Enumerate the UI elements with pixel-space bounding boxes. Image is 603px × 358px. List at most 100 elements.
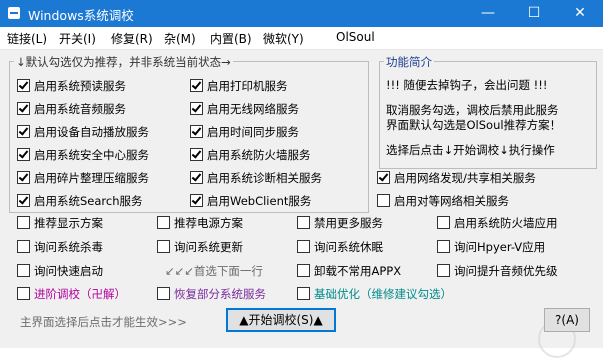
menu-repair[interactable]: 修复(R)	[111, 30, 153, 47]
checkbox-firewall-app[interactable]: 启用系统防火墙应用	[437, 215, 558, 231]
menu-builtin[interactable]: 内置(B)	[210, 30, 252, 47]
intro-line-2: 取消服务勾选，调校后禁用此服务	[386, 103, 559, 117]
footer-hint: 主界面选择后点击才能生效>>>	[20, 315, 187, 329]
start-tuning-button[interactable]: ▲开始调校(S)▲	[226, 308, 336, 332]
checkbox-network-discovery[interactable]: 启用网络发现/共享相关服务	[377, 170, 536, 186]
checkbox-label: 启用设备自动播放服务	[34, 125, 149, 139]
checkbox-audio-priority[interactable]: 询问提升音频优先级	[437, 263, 558, 279]
checkbox-box[interactable]	[190, 171, 203, 184]
checkbox-fast-startup[interactable]: 询问快速启动	[17, 263, 103, 279]
checkbox-box[interactable]	[437, 216, 450, 229]
checkbox-display-scheme[interactable]: 推荐显示方案	[17, 215, 103, 231]
checkbox-label: 推荐电源方案	[174, 216, 243, 230]
checkbox-autoplay[interactable]: 启用设备自动播放服务	[17, 124, 149, 140]
checkbox-label: 启用系统Search服务	[34, 194, 143, 208]
menu-misc[interactable]: 杂(M)	[164, 30, 196, 47]
app-icon	[8, 7, 20, 19]
checkbox-hibernate[interactable]: 询问系统休眠	[297, 239, 383, 255]
checkbox-box[interactable]	[190, 79, 203, 92]
checkbox-box[interactable]	[17, 79, 30, 92]
hint-first-choice: ↙↙↙首选下面一行	[165, 264, 263, 278]
checkbox-box[interactable]	[190, 148, 203, 161]
checkbox-label: 询问提升音频优先级	[454, 264, 558, 278]
checkbox-box[interactable]	[297, 287, 310, 300]
checkbox-label: 启用系统防火墙服务	[207, 148, 311, 162]
checkbox-box[interactable]	[17, 102, 30, 115]
checkbox-basic-optimize[interactable]: 基础优化（维修建议勾选）	[297, 286, 452, 302]
maximize-button[interactable]: ☐	[511, 0, 557, 27]
menu-microsoft[interactable]: 微软(Y)	[263, 30, 304, 47]
checkbox-time-sync[interactable]: 启用时间同步服务	[190, 124, 299, 140]
checkbox-search[interactable]: 启用系统Search服务	[17, 193, 143, 209]
checkbox-disable-more[interactable]: 禁用更多服务	[297, 215, 383, 231]
checkbox-label: 启用系统诊断相关服务	[207, 171, 322, 185]
checkbox-box[interactable]	[17, 171, 30, 184]
intro-line-3: 界面默认勾选是OlSoul推荐方案！	[386, 118, 562, 132]
checkbox-label: 询问系统更新	[174, 240, 243, 254]
main-panel: ↓默认勾选仅为推荐，并非系统当前状态→ 启用系统预读服务 启用系统音频服务 启用…	[0, 50, 603, 358]
checkbox-security-center[interactable]: 启用系统安全中心服务	[17, 147, 149, 163]
checkbox-label: 启用系统音频服务	[34, 102, 126, 116]
checkbox-label: 进阶调校（卍解）	[34, 287, 126, 301]
checkbox-webclient[interactable]: 启用WebClient服务	[190, 193, 311, 209]
checkbox-system-update[interactable]: 询问系统更新	[157, 239, 243, 255]
checkbox-box[interactable]	[157, 287, 170, 300]
minimize-button[interactable]: —	[465, 0, 511, 27]
checkbox-box[interactable]	[17, 287, 30, 300]
services-group-title: ↓默认勾选仅为推荐，并非系统当前状态→	[14, 54, 233, 70]
checkbox-box[interactable]	[297, 240, 310, 253]
checkbox-label: 卸载不常用APPX	[314, 264, 402, 278]
intro-line-4: 选择后点击↓开始调校↓执行操作	[386, 143, 555, 157]
checkbox-box[interactable]	[437, 240, 450, 253]
checkbox-box[interactable]	[17, 194, 30, 207]
checkbox-box[interactable]	[190, 194, 203, 207]
checkbox-wireless[interactable]: 启用无线网络服务	[190, 101, 299, 117]
intro-group-title: 功能简介	[384, 54, 434, 70]
checkbox-box[interactable]	[377, 194, 390, 207]
checkbox-hyperv[interactable]: 询问Hpyer-V应用	[437, 239, 545, 255]
menu-switch[interactable]: 开关(I)	[59, 30, 96, 47]
close-button[interactable]: ✕	[557, 0, 603, 27]
checkbox-box[interactable]	[190, 102, 203, 115]
checkbox-box[interactable]	[17, 125, 30, 138]
checkbox-label: 启用对等网络相关服务	[394, 194, 509, 208]
checkbox-power-scheme[interactable]: 推荐电源方案	[157, 215, 243, 231]
checkbox-diagnostics[interactable]: 启用系统诊断相关服务	[190, 170, 322, 186]
checkbox-box[interactable]	[17, 264, 30, 277]
checkbox-label: 询问系统杀毒	[34, 240, 103, 254]
checkbox-label: 恢复部分系统服务	[174, 287, 266, 301]
checkbox-defrag[interactable]: 启用碎片整理压缩服务	[17, 170, 149, 186]
checkbox-uninstall-appx[interactable]: 卸载不常用APPX	[297, 263, 401, 279]
checkbox-box[interactable]	[157, 216, 170, 229]
checkbox-printer[interactable]: 启用打印机服务	[190, 78, 288, 94]
checkbox-box[interactable]	[17, 216, 30, 229]
checkbox-peer-network[interactable]: 启用对等网络相关服务	[377, 193, 509, 209]
checkbox-firewall-service[interactable]: 启用系统防火墙服务	[190, 147, 311, 163]
checkbox-advanced-tuning[interactable]: 进阶调校（卍解）	[17, 286, 126, 302]
checkbox-restore-services[interactable]: 恢复部分系统服务	[157, 286, 266, 302]
checkbox-label: 启用系统预读服务	[34, 79, 126, 93]
checkbox-box[interactable]	[437, 264, 450, 277]
checkbox-box[interactable]	[190, 125, 203, 138]
checkbox-label: 启用系统安全中心服务	[34, 148, 149, 162]
checkbox-box[interactable]	[297, 216, 310, 229]
menu-bar: 链接(L) 开关(I) 修复(R) 杂(M) 内置(B) 微软(Y) OlSou…	[0, 27, 603, 70]
title-bar: Windows系统调校 — ☐ ✕	[0, 0, 603, 27]
menu-brand[interactable]: OlSoul	[336, 30, 375, 44]
checkbox-label: 禁用更多服务	[314, 216, 383, 230]
window-title: Windows系统调校	[28, 8, 134, 23]
checkbox-prefetch[interactable]: 启用系统预读服务	[17, 78, 126, 94]
checkbox-box[interactable]	[17, 148, 30, 161]
checkbox-label: 启用网络发现/共享相关服务	[394, 171, 536, 185]
checkbox-label: 启用时间同步服务	[207, 125, 299, 139]
checkbox-antivirus[interactable]: 询问系统杀毒	[17, 239, 103, 255]
checkbox-box[interactable]	[17, 240, 30, 253]
checkbox-audio[interactable]: 启用系统音频服务	[17, 101, 126, 117]
menu-links[interactable]: 链接(L)	[7, 30, 47, 47]
checkbox-label: 基础优化（维修建议勾选）	[314, 287, 452, 301]
checkbox-box[interactable]	[377, 171, 390, 184]
checkbox-box[interactable]	[157, 240, 170, 253]
checkbox-box[interactable]	[297, 264, 310, 277]
help-button[interactable]: ?(A)	[544, 308, 590, 332]
checkbox-label: 询问系统休眠	[314, 240, 383, 254]
